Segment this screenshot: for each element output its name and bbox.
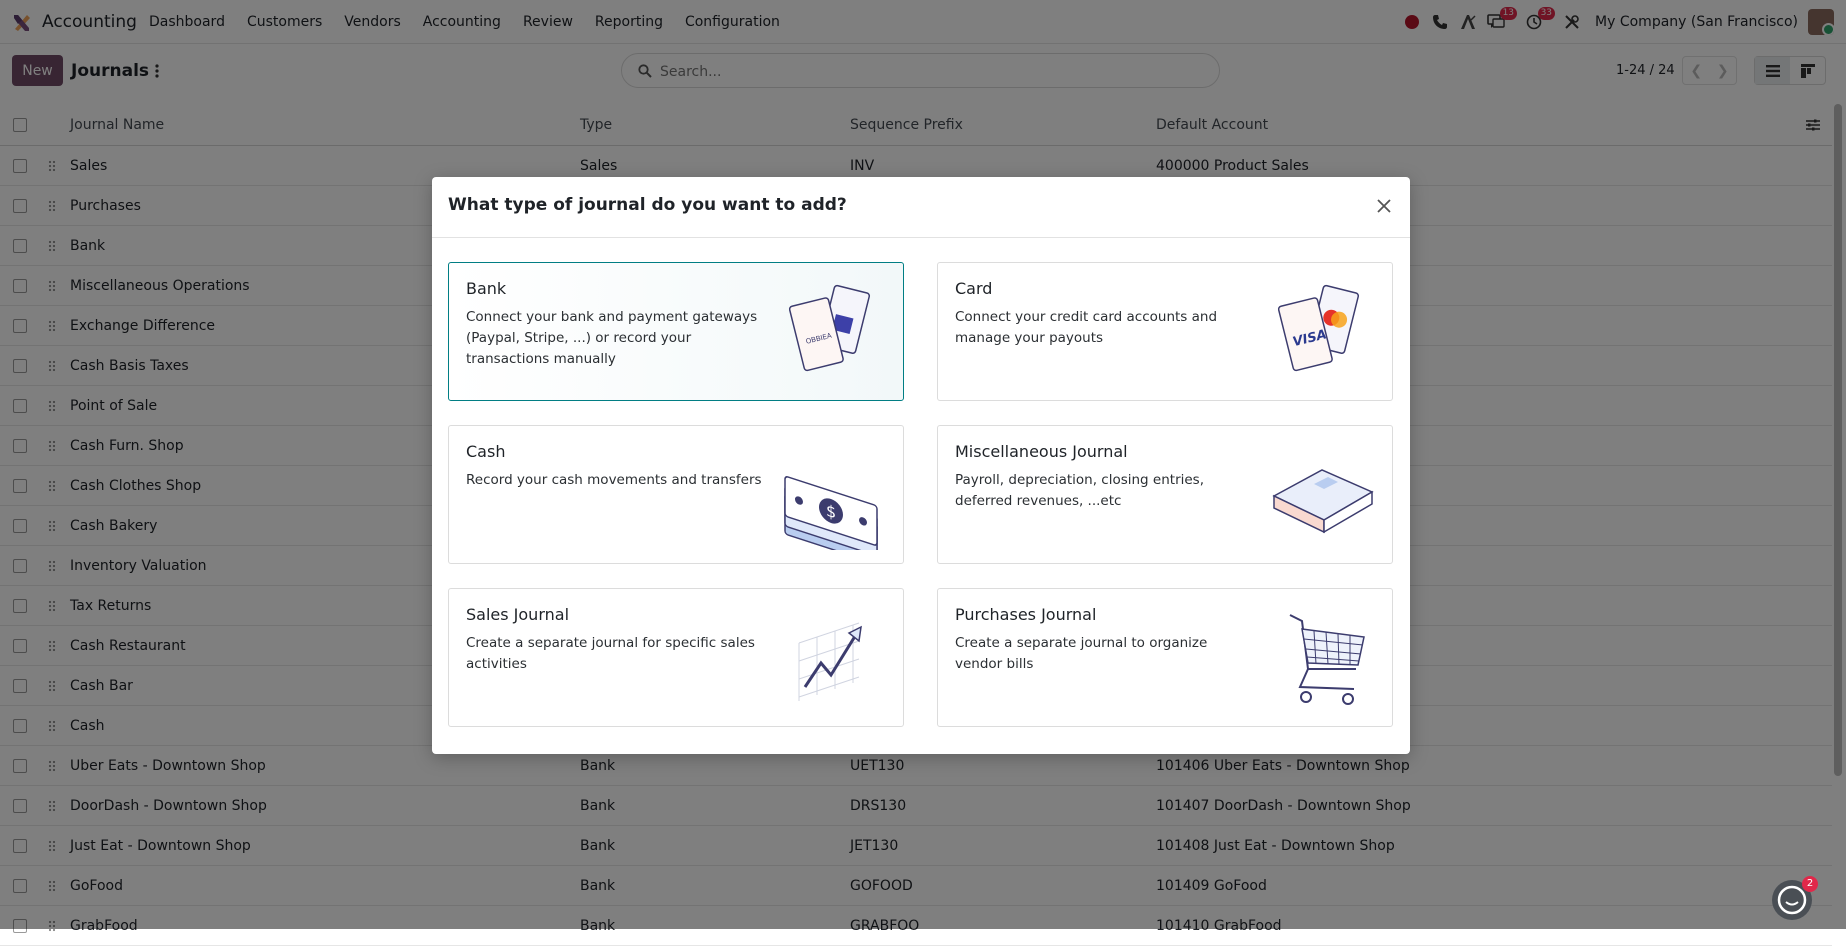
card-description: Record your cash movements and transfers: [466, 472, 762, 488]
card-sales-journal[interactable]: Sales Journal Create a separate journal …: [448, 588, 904, 727]
card-bank[interactable]: Bank Connect your bank and payment gatew…: [448, 262, 904, 401]
card-title: Miscellaneous Journal: [955, 442, 1128, 461]
journal-type-dialog: What type of journal do you want to add?…: [432, 177, 1410, 754]
card-title: Sales Journal: [466, 605, 570, 624]
cash-illustration-icon: $: [784, 476, 878, 550]
card-description: Connect your credit card accounts and ma…: [955, 309, 1218, 346]
chat-badge: 2: [1802, 876, 1818, 892]
card-title: Cash: [466, 442, 506, 461]
chart-illustration-icon: [798, 622, 862, 701]
svg-text:$: $: [826, 501, 836, 523]
livechat-button[interactable]: 2: [1772, 876, 1818, 920]
book-illustration-icon: [1272, 469, 1374, 534]
dialog-header: What type of journal do you want to add?: [432, 177, 1410, 238]
card-description: Payroll, depreciation, closing entries, …: [955, 472, 1205, 509]
card-cash[interactable]: Cash Record your cash movements and tran…: [448, 425, 904, 564]
card-card[interactable]: Card Connect your credit card accounts a…: [937, 262, 1393, 401]
dialog-title: What type of journal do you want to add?: [448, 195, 847, 215]
close-icon[interactable]: [1376, 198, 1392, 214]
card-title: Card: [955, 279, 993, 298]
credit-cards-illustration-icon: VISA: [1277, 284, 1360, 372]
card-description: Create a separate journal to organize ve…: [955, 635, 1208, 672]
card-description: Connect your bank and payment gateways (…: [466, 309, 758, 367]
card-title: Purchases Journal: [955, 605, 1097, 624]
card-description: Create a separate journal for specific s…: [466, 635, 755, 672]
card-title: Bank: [466, 279, 507, 298]
cart-illustration-icon: [1289, 614, 1365, 705]
bank-cards-illustration-icon: OBBIEA: [788, 284, 871, 372]
card-purchases-journal[interactable]: Purchases Journal Create a separate jour…: [937, 588, 1393, 727]
card-miscellaneous-journal[interactable]: Miscellaneous Journal Payroll, depreciat…: [937, 425, 1393, 564]
